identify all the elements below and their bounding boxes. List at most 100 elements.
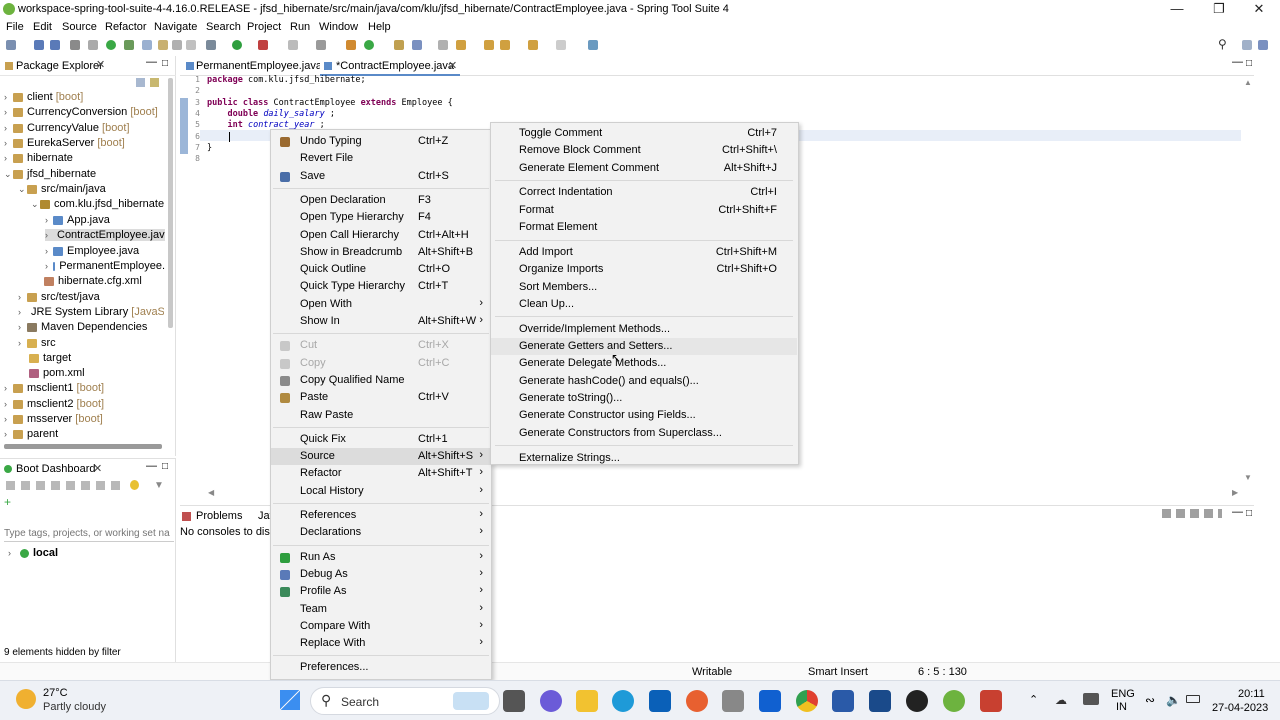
source-item-generate-delegate-methods[interactable]: Generate Delegate Methods... bbox=[491, 355, 797, 372]
code-line[interactable]: public class ContractEmployee extends Em… bbox=[207, 98, 453, 108]
menu-navigate[interactable]: Navigate bbox=[154, 21, 197, 33]
tree-item-employee-java[interactable]: › Employee.java bbox=[45, 245, 139, 257]
context-item-copy-qualified-name[interactable]: Copy Qualified Name bbox=[271, 372, 491, 389]
horizontal-scrollbar[interactable] bbox=[4, 444, 162, 449]
stop-icon[interactable] bbox=[288, 40, 298, 50]
expand-local-icon[interactable]: › bbox=[8, 548, 11, 558]
pin-icon[interactable] bbox=[588, 40, 598, 50]
back-icon[interactable] bbox=[528, 40, 538, 50]
source-item-toggle-comment[interactable]: Toggle Comment Ctrl+7 bbox=[491, 125, 797, 142]
source-item-organize-imports[interactable]: Organize Imports Ctrl+Shift+O bbox=[491, 261, 797, 278]
menu-window[interactable]: Window bbox=[319, 21, 358, 33]
java-perspective-icon[interactable] bbox=[1258, 40, 1268, 50]
context-item-references[interactable]: References › bbox=[271, 507, 491, 524]
context-item-debug-as[interactable]: Debug As › bbox=[271, 566, 491, 583]
tree-item-currencyconversion[interactable]: › CurrencyConversion [boot] bbox=[4, 106, 158, 118]
source-item-generate-getters-and-setters[interactable]: Generate Getters and Setters... bbox=[491, 338, 797, 356]
chevron-up-icon[interactable]: ⌃ bbox=[1029, 693, 1038, 706]
tree-item-app-java[interactable]: › App.java bbox=[45, 214, 110, 226]
tree-item-hibernate[interactable]: › hibernate bbox=[4, 152, 73, 164]
package-explorer-title[interactable]: Package Explorer bbox=[16, 60, 103, 72]
search-icon[interactable]: ⚲ bbox=[1218, 37, 1228, 51]
windows-start-icon[interactable] bbox=[280, 690, 300, 710]
tree-item-src-main-java[interactable]: ⌄ src/main/java bbox=[18, 183, 106, 195]
clock-date[interactable]: 27-04-2023 bbox=[1212, 702, 1268, 714]
wifi-icon[interactable]: ∾ bbox=[1145, 693, 1155, 707]
cloud-icon[interactable]: ☁ bbox=[1055, 693, 1067, 707]
task-view-icon[interactable] bbox=[503, 690, 525, 712]
powerpoint-icon[interactable] bbox=[980, 690, 1002, 712]
minimize-view-icon[interactable]: — bbox=[146, 460, 157, 472]
context-item-quick-outline[interactable]: Quick Outline Ctrl+O bbox=[271, 261, 491, 278]
weather-icon[interactable] bbox=[16, 689, 36, 709]
tree-item-pom[interactable]: pom.xml bbox=[29, 367, 85, 379]
minimize-view-icon[interactable]: — bbox=[1232, 506, 1243, 518]
next-annotation-icon[interactable] bbox=[456, 40, 466, 50]
source-item-add-import[interactable]: Add Import Ctrl+Shift+M bbox=[491, 244, 797, 261]
menu-file[interactable]: File bbox=[6, 21, 24, 33]
context-item-local-history[interactable]: Local History › bbox=[271, 483, 491, 500]
source-item-sort-members[interactable]: Sort Members... bbox=[491, 279, 797, 296]
source-item-generate-constructor-using-fields[interactable]: Generate Constructor using Fields... bbox=[491, 407, 797, 424]
context-item-compare-with[interactable]: Compare With › bbox=[271, 618, 491, 635]
new-icon[interactable] bbox=[6, 40, 16, 50]
minimize-editor-icon[interactable]: — bbox=[1232, 56, 1243, 68]
tree-item-package[interactable]: ⌄ com.klu.jfsd_hibernate bbox=[31, 198, 164, 210]
print-icon[interactable] bbox=[70, 40, 80, 50]
code-line[interactable]: package com.klu.jfsd_hibernate; bbox=[207, 75, 366, 85]
menu-search[interactable]: Search bbox=[206, 21, 241, 33]
close-tab-icon[interactable]: ✕ bbox=[96, 58, 105, 71]
language-primary[interactable]: ENG bbox=[1111, 688, 1135, 700]
tree-item-msserver[interactable]: › msserver [boot] bbox=[4, 413, 103, 425]
console-toolbar-icons[interactable] bbox=[1162, 509, 1222, 518]
tree-item-maven-deps[interactable]: › Maven Dependencies bbox=[18, 321, 147, 333]
maximize-editor-icon[interactable]: □ bbox=[1246, 58, 1252, 69]
tree-item-jre-library[interactable]: ›JRE System Library [JavaSE- bbox=[18, 306, 164, 318]
link-editor-icon[interactable] bbox=[150, 78, 159, 87]
maximize-view-icon[interactable]: □ bbox=[162, 461, 168, 472]
source-item-correct-indentation[interactable]: Correct Indentation Ctrl+I bbox=[491, 184, 797, 201]
debug-toolbar-icon[interactable] bbox=[206, 40, 216, 50]
source-item-remove-block-comment[interactable]: Remove Block Comment Ctrl+Shift+\ bbox=[491, 142, 797, 159]
context-item-undo-typing[interactable]: Undo Typing Ctrl+Z bbox=[271, 133, 491, 150]
context-item-open-with[interactable]: Open With › bbox=[271, 296, 491, 313]
save-icon[interactable] bbox=[34, 40, 44, 50]
filter-icon[interactable]: ▼ bbox=[154, 480, 164, 491]
collapse-all-icon[interactable] bbox=[136, 78, 145, 87]
source-item-override-implement-methods[interactable]: Override/Implement Methods... bbox=[491, 321, 797, 338]
run-toolbar-icon[interactable] bbox=[232, 40, 242, 50]
tree-item-parent[interactable]: › parent bbox=[4, 428, 58, 440]
editor-vertical-scrollbar[interactable]: ▲ ▼ bbox=[1244, 78, 1252, 482]
menu-project[interactable]: Project bbox=[247, 21, 281, 33]
close-window-button[interactable]: ✕ bbox=[1244, 1, 1274, 17]
context-item-paste[interactable]: Paste Ctrl+V bbox=[271, 389, 491, 406]
amazon-icon[interactable] bbox=[722, 690, 744, 712]
tree-item-client[interactable]: › client [boot] bbox=[4, 91, 83, 103]
context-item-replace-with[interactable]: Replace With › bbox=[271, 635, 491, 652]
last-edit-icon[interactable] bbox=[500, 40, 510, 50]
teams-chat-icon[interactable] bbox=[540, 690, 562, 712]
source-item-externalize-strings[interactable]: Externalize Strings... bbox=[491, 450, 797, 467]
tree-item-eurekaserver[interactable]: › EurekaServer [boot] bbox=[4, 137, 125, 149]
source-item-generate-element-comment[interactable]: Generate Element Comment Alt+Shift+J bbox=[491, 160, 797, 177]
minimize-view-icon[interactable]: — bbox=[146, 56, 157, 68]
context-item-raw-paste[interactable]: Raw Paste bbox=[271, 407, 491, 424]
boot-filter-input[interactable] bbox=[4, 525, 174, 542]
vscode-icon[interactable] bbox=[869, 690, 891, 712]
edge-icon[interactable] bbox=[612, 690, 634, 712]
vertical-scrollbar[interactable] bbox=[168, 78, 173, 328]
boot-icon[interactable] bbox=[124, 40, 134, 50]
scroll-right-icon[interactable]: ▶ bbox=[1232, 488, 1238, 497]
new-java-project-icon[interactable] bbox=[346, 40, 356, 50]
tree-item-target[interactable]: target bbox=[29, 352, 71, 364]
tab-problems[interactable]: Problems bbox=[196, 510, 242, 522]
boot-dashboard-title[interactable]: Boot Dashboard bbox=[16, 463, 96, 475]
open-type-icon[interactable] bbox=[394, 40, 404, 50]
tree-item-msclient2[interactable]: › msclient2 [boot] bbox=[4, 398, 104, 410]
add-icon[interactable]: + bbox=[4, 495, 11, 509]
menu-edit[interactable]: Edit bbox=[33, 21, 52, 33]
context-item-open-type-hierarchy[interactable]: Open Type Hierarchy F4 bbox=[271, 209, 491, 226]
code-line[interactable]: double daily_salary ; bbox=[207, 109, 335, 119]
maximize-view-icon[interactable]: □ bbox=[162, 58, 168, 69]
save-all-icon[interactable] bbox=[50, 40, 60, 50]
